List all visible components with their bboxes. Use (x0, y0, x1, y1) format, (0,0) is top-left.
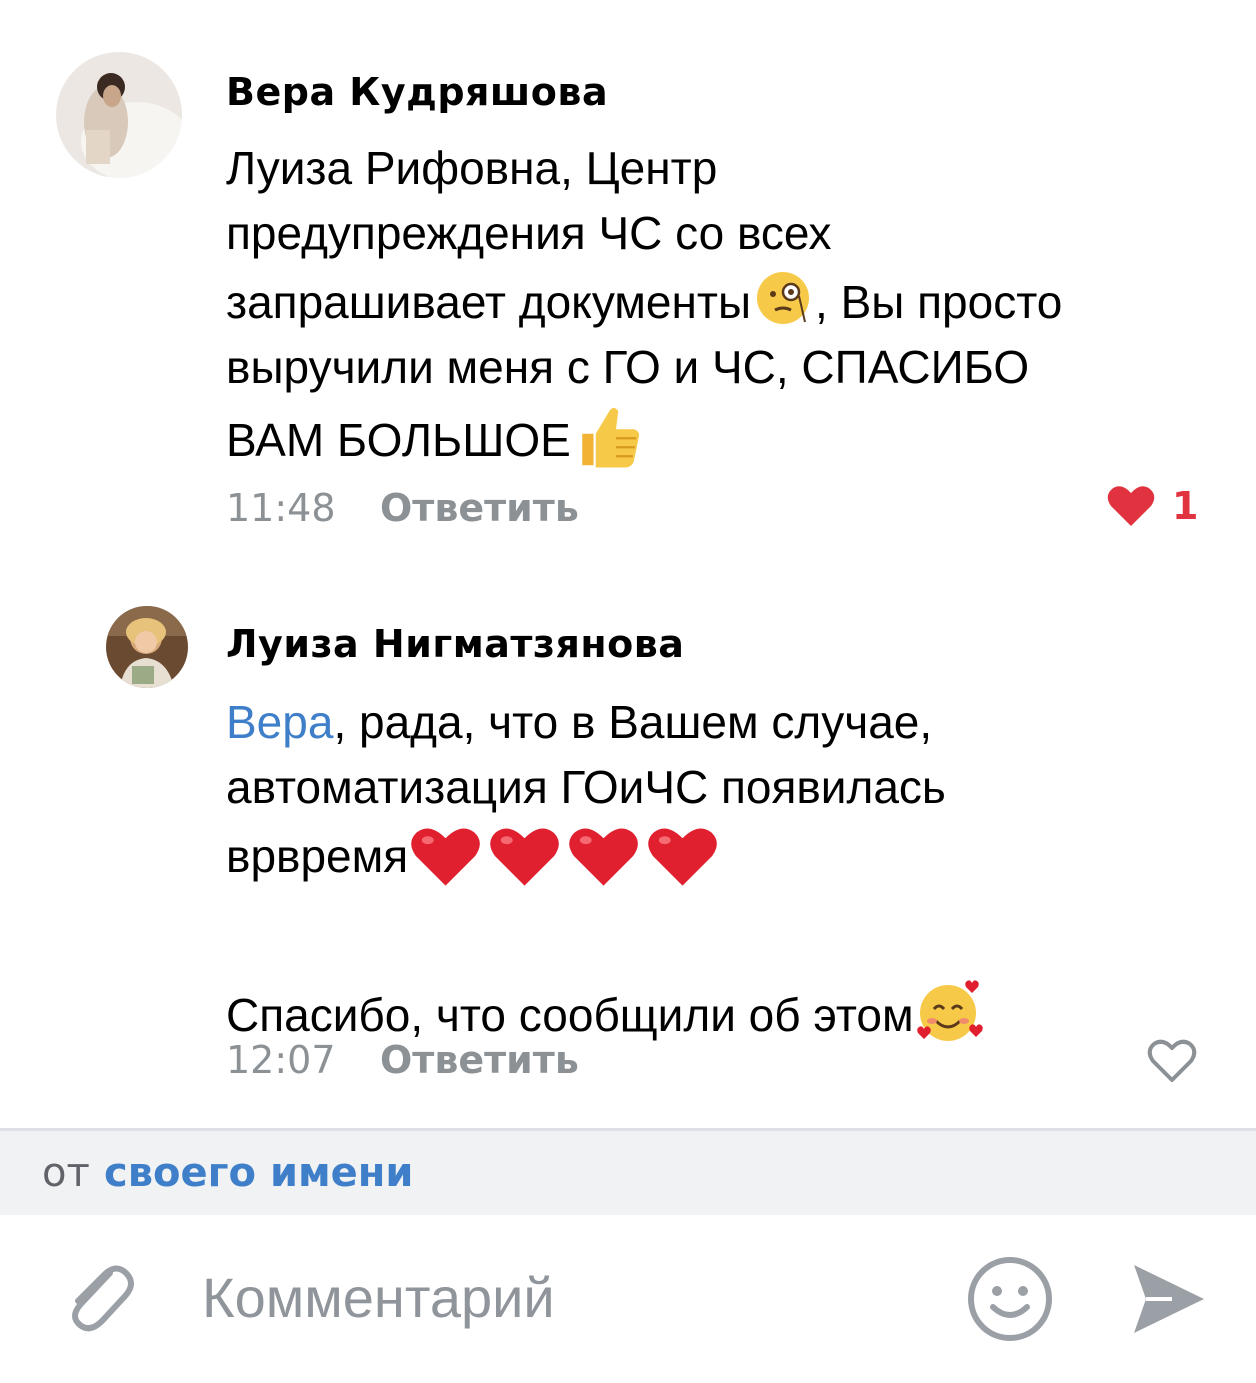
red-hearts-icon (411, 828, 718, 886)
comment-composer: Комментарий (0, 1215, 1256, 1383)
comment-time: 11:48 (226, 486, 336, 530)
comment-time: 12:07 (226, 1038, 336, 1082)
avatar[interactable] (106, 606, 188, 688)
like-button[interactable]: 1 (1106, 484, 1198, 528)
comment-line-text: врвремя (226, 830, 409, 882)
comment-line: выручили меня с ГО и ЧС, СПАСИБО (226, 341, 1030, 393)
heart-filled-icon (1107, 486, 1155, 526)
comment-author[interactable]: Луиза Нигматзянова (226, 622, 684, 666)
comment-item: Вера Кудряшова Луиза Рифовна, Центр пред… (0, 0, 1256, 560)
comment-text: Луиза Рифовна, Центр предупреждения ЧС с… (226, 136, 1236, 473)
face-with-monocle-icon (757, 272, 810, 324)
send-button[interactable] (1128, 1259, 1208, 1344)
comment-line-text: Спасибо, что сообщили об этом (226, 989, 914, 1041)
comment-author[interactable]: Вера Кудряшова (226, 70, 608, 114)
attach-button[interactable] (56, 1255, 140, 1344)
comment-line: Вера, рада, что в Вашем случае, (226, 690, 1236, 755)
comment-line: автоматизация ГОиЧС появилась (226, 761, 946, 813)
like-count: 1 (1172, 484, 1199, 528)
comment-line: ВАМ БОЛЬШОЕ (226, 400, 1236, 473)
mention-link[interactable]: Вера (226, 696, 333, 748)
avatar[interactable] (56, 52, 182, 178)
comment-line-text: , рада, что в Вашем случае, (333, 696, 933, 748)
heart-outline-icon (1147, 1039, 1197, 1082)
comment-line: Луиза Рифовна, Центр (226, 142, 718, 194)
comment-line-text: ВАМ БОЛЬШОЕ (226, 414, 571, 466)
post-as-selector[interactable]: от своего имени (0, 1131, 1256, 1215)
comment-meta: 12:07 Ответить (226, 1038, 579, 1082)
comment-line-text: , Вы просто (815, 276, 1063, 328)
smiley-icon (968, 1257, 1052, 1341)
send-icon (1134, 1265, 1204, 1333)
comment-meta: 11:48 Ответить (226, 486, 579, 530)
paperclip-icon (72, 1265, 134, 1332)
reply-button[interactable]: Ответить (380, 1038, 579, 1082)
post-as-name[interactable]: своего имени (104, 1131, 413, 1215)
comment-line: запрашивает документы , Вы просто (226, 266, 1236, 335)
avatar-photo-icon (106, 606, 188, 688)
comment-input[interactable]: Комментарий (202, 1265, 555, 1330)
post-as-prefix: от (42, 1150, 90, 1196)
thumbs-up-icon (582, 407, 639, 468)
reply-button[interactable]: Ответить (380, 486, 579, 530)
comment-item: Луиза Нигматзянова Вера, рада, что в Ваш… (0, 560, 1256, 1120)
smiling-face-with-hearts-icon (916, 980, 983, 1041)
emoji-button[interactable] (966, 1255, 1054, 1348)
comment-line: врвремя (226, 820, 1236, 890)
comment-line-spacer (226, 890, 1236, 955)
like-button[interactable] (1146, 1038, 1198, 1084)
comment-line-text: запрашивает документы (226, 276, 752, 328)
comment-line: предупреждения ЧС со всех (226, 207, 832, 259)
comment-text: Вера, рада, что в Вашем случае, автомати… (226, 690, 1236, 1048)
avatar-photo-icon (56, 52, 182, 178)
